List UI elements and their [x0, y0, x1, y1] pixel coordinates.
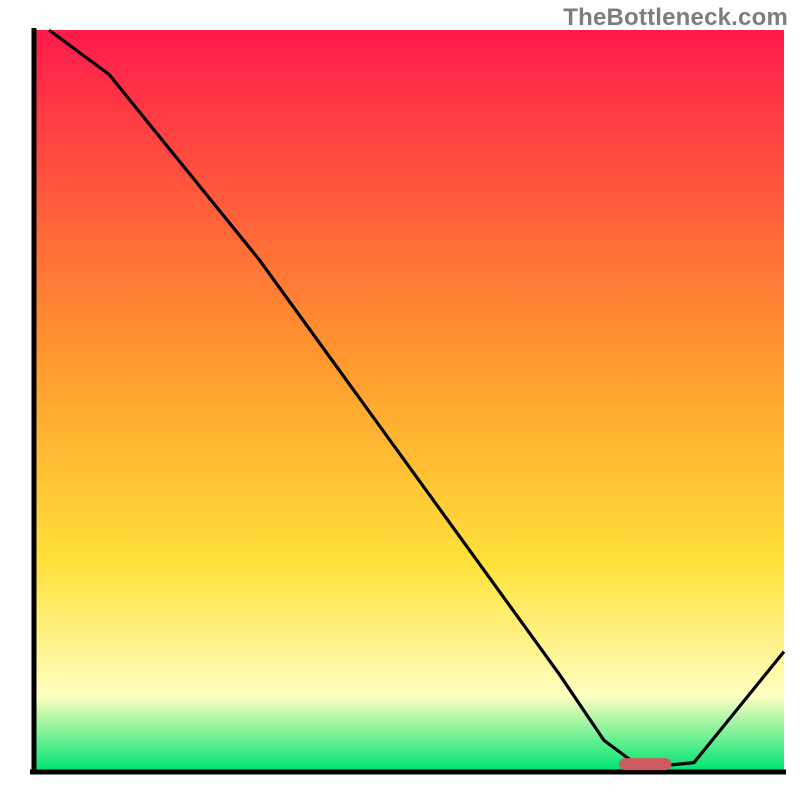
bottleneck-chart: TheBottleneck.com [0, 0, 800, 800]
optimum-marker [619, 758, 672, 770]
chart-canvas [0, 0, 800, 800]
watermark-text: TheBottleneck.com [563, 4, 788, 32]
plot-background [34, 30, 784, 770]
